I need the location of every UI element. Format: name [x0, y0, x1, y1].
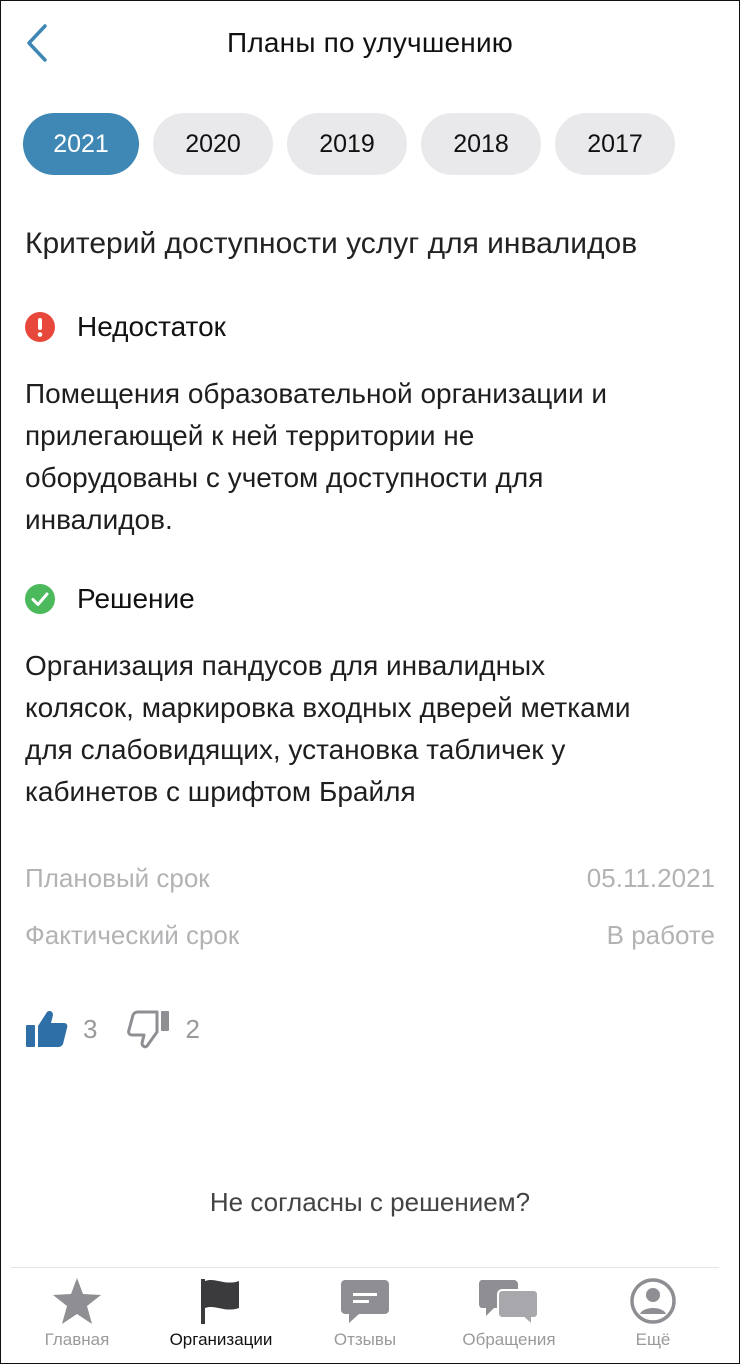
page-title: Планы по улучшению: [227, 27, 513, 58]
actual-date-label: Фактический срок: [25, 920, 240, 950]
plan-details: Критерий доступности услуг для инвалидов…: [25, 221, 715, 1049]
shortcoming-line: оборудованы с учетом доступности для: [25, 462, 544, 493]
tab-label: Главная: [44, 1330, 110, 1349]
planned-date-label: Плановый срок: [25, 863, 210, 893]
shortcoming-line: инвалидов.: [25, 504, 173, 535]
year-tab-2021[interactable]: 2021: [23, 113, 139, 175]
thumbs-up-icon: [26, 1011, 68, 1047]
exclamation-icon: [25, 312, 55, 342]
shortcoming-line: прилегающей к ней территории не: [25, 420, 475, 451]
criterion-title: Критерий доступности услуг для инвалидов: [25, 227, 638, 260]
shortcoming-label: Недостаток: [77, 311, 226, 342]
shortcoming-header: Недостаток: [25, 311, 715, 343]
shortcoming-line: Помещения образовательной организации и: [25, 378, 608, 409]
app-screen: Планы по улучшению 2021 2020 2019 2018 2…: [0, 0, 740, 1364]
tab-home[interactable]: Главная: [17, 1268, 137, 1363]
votes: 3 2: [25, 1009, 715, 1049]
user-circle-icon: [630, 1278, 676, 1324]
solution-line: Организация пандусов для инвалидных: [25, 650, 546, 681]
tab-more[interactable]: Ещё: [593, 1268, 713, 1363]
tab-label: Обращения: [462, 1330, 556, 1349]
dislike-button[interactable]: [127, 1009, 171, 1049]
solution-text: Организация пандусов для инвалидных коля…: [25, 645, 715, 813]
solution-label: Решение: [77, 583, 195, 614]
like-button[interactable]: [25, 1009, 69, 1049]
solution-line: колясок, маркировка входных дверей метка…: [25, 692, 631, 723]
check-icon: [25, 584, 55, 614]
actual-date-value: В работе: [606, 920, 715, 950]
tab-label: Ещё: [635, 1330, 671, 1349]
shortcoming-text: Помещения образовательной организации и …: [25, 373, 715, 541]
year-tab-2019[interactable]: 2019: [287, 113, 407, 175]
header: Планы по улучшению: [1, 1, 739, 91]
disagree-link[interactable]: Не согласны с решением?: [1, 1187, 739, 1218]
tab-appeals[interactable]: Обращения: [449, 1268, 569, 1363]
year-tab-2017[interactable]: 2017: [555, 113, 675, 175]
solution-header: Решение: [25, 583, 715, 615]
tab-label: Организации: [169, 1330, 273, 1349]
dislikes-count: 2: [185, 1013, 200, 1044]
star-icon: [53, 1278, 101, 1324]
planned-date-row: Плановый срок 05.11.2021: [25, 863, 715, 894]
planned-date-value: 05.11.2021: [586, 863, 715, 893]
tab-reviews[interactable]: Отзывы: [305, 1268, 425, 1363]
comment-icon: [341, 1280, 389, 1323]
solution-line: для слабовидящих, установка табличек у: [25, 734, 566, 765]
tab-label: Отзывы: [333, 1330, 397, 1349]
year-tab-2020[interactable]: 2020: [153, 113, 273, 175]
tab-organizations[interactable]: Организации: [161, 1268, 281, 1363]
bottom-tab-bar: Главная Организации Отзывы Обращения Ещё: [11, 1267, 719, 1363]
chat-bubbles-icon: [479, 1280, 539, 1326]
flag-icon: [201, 1279, 239, 1324]
year-tab-2018[interactable]: 2018: [421, 113, 541, 175]
likes-count: 3: [83, 1013, 98, 1044]
actual-date-row: Фактический срок В работе: [25, 920, 715, 951]
solution-line: кабинетов с шрифтом Брайля: [25, 776, 416, 807]
thumbs-down-icon: [127, 1010, 170, 1049]
year-selector: 2021 2020 2019 2018 2017: [23, 113, 675, 175]
